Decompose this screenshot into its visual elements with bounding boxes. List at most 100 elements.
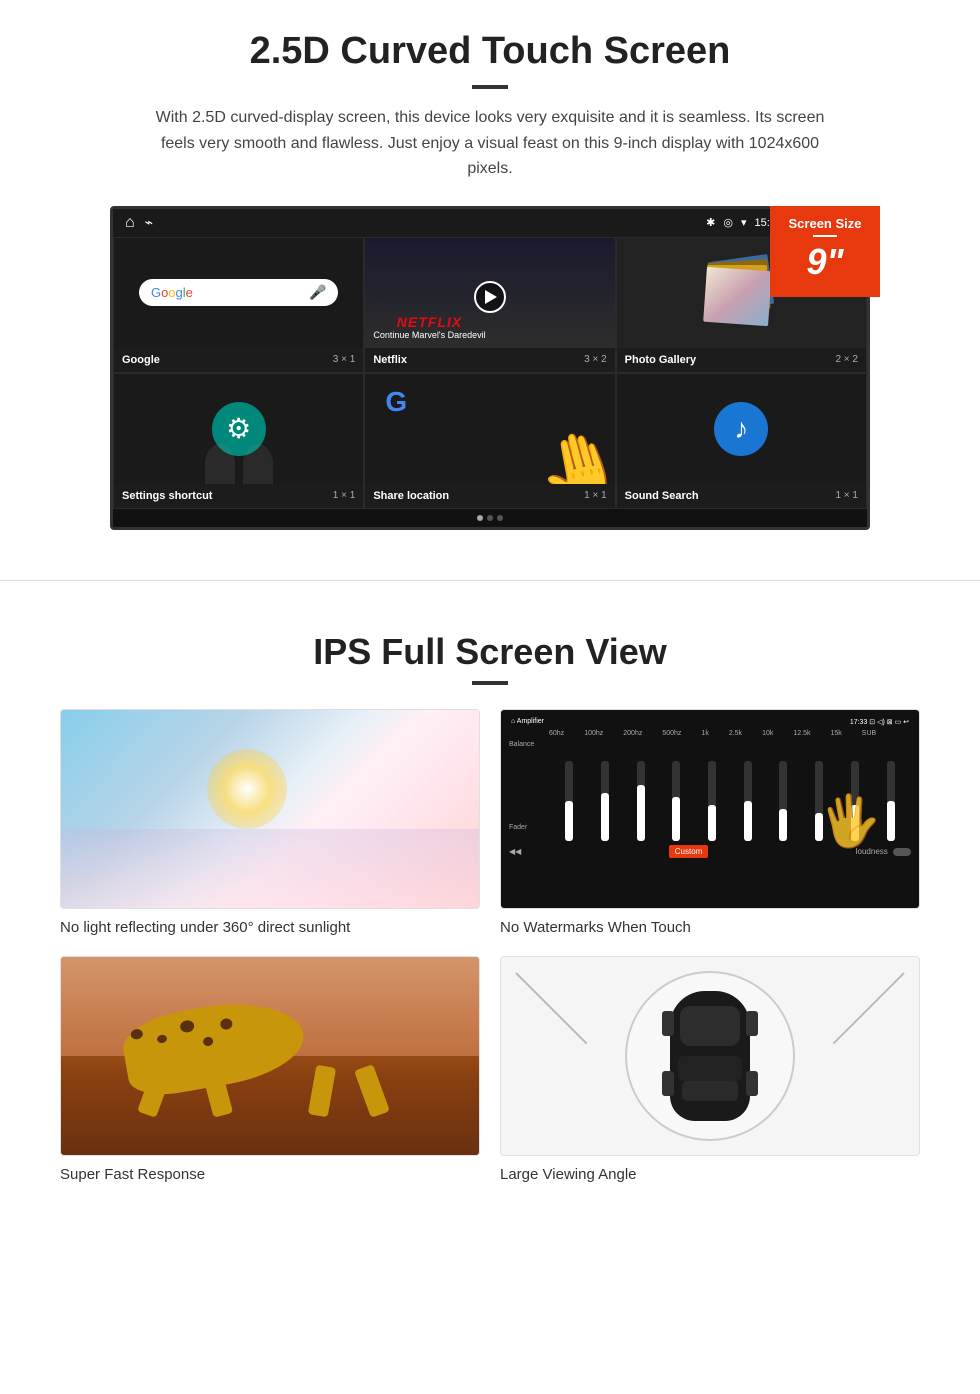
settings-app-size: 1 × 1 [333, 490, 356, 501]
car-top-view [670, 991, 750, 1121]
section1-description: With 2.5D curved-display screen, this de… [140, 105, 840, 182]
page-divider [0, 580, 980, 581]
maps-icon: G [385, 386, 407, 418]
cheetah-visual [61, 957, 479, 1155]
car-cabin [678, 1056, 742, 1081]
cheetah-spot-1 [130, 1029, 144, 1041]
touch-hand-icon: 🖐 [816, 789, 883, 853]
sunlight-label: No light reflecting under 360° direct su… [60, 919, 480, 936]
amp-labels-col: Balance Fader [509, 741, 549, 841]
amp-home-icon: ⌂ Amplifier [511, 718, 544, 726]
cheetah-image-container [60, 956, 480, 1156]
google-search-bar[interactable]: Google 🎤 [139, 279, 338, 306]
app-cell-share[interactable]: G 🤚 Share location 1 × 1 [364, 373, 615, 509]
car-image-container [500, 956, 920, 1156]
amp-slider-2[interactable] [601, 761, 609, 841]
feature-sunlight: No light reflecting under 360° direct su… [60, 709, 480, 936]
app-cell-netflix[interactable]: NETFLIX Continue Marvel's Daredevil Netf… [364, 237, 615, 373]
sky-visual [61, 710, 479, 908]
tablet-mockup-wrapper: Screen Size 9" ⌂ ⌁ ✱ ◎ ▾ 15:06 ⊡ [110, 206, 870, 530]
share-app-name: Share location [373, 490, 449, 502]
settings-silhouettes [114, 444, 363, 484]
google-app-size: 3 × 1 [333, 354, 356, 365]
car-visual [501, 957, 919, 1155]
amp-slider-7[interactable] [779, 761, 787, 841]
app-cell-sound[interactable]: ♪ Sound Search 1 × 1 [616, 373, 867, 509]
sun-glow [207, 749, 287, 829]
amp-slider-5[interactable] [708, 761, 716, 841]
amp-slider-4[interactable] [672, 761, 680, 841]
amp-slider-3[interactable] [637, 761, 645, 841]
music-note-icon: ♪ [734, 413, 748, 445]
google-mic-icon[interactable]: 🎤 [309, 284, 326, 301]
freq-10k: 10k [762, 730, 773, 737]
touch-dots [113, 509, 867, 527]
amp-slider-1[interactable] [565, 761, 573, 841]
play-button[interactable] [474, 281, 506, 313]
amp-custom-button[interactable]: Custom [669, 845, 709, 858]
section2-title: IPS Full Screen View [60, 631, 920, 673]
netflix-info: NETFLIX Continue Marvel's Daredevil [373, 314, 485, 340]
location-icon: ◎ [723, 216, 733, 229]
status-bar: ⌂ ⌁ ✱ ◎ ▾ 15:06 ⊡ ◁) ⊠ ▭ [113, 209, 867, 237]
tablet-screen: ⌂ ⌁ ✱ ◎ ▾ 15:06 ⊡ ◁) ⊠ ▭ [110, 206, 870, 530]
cheetah-leg-4 [354, 1064, 390, 1118]
amp-slider-6[interactable] [744, 761, 752, 841]
cheetah-leg-3 [308, 1064, 336, 1117]
cheetah-spot-2 [156, 1034, 167, 1044]
amp-fader-label: Fader [509, 824, 549, 831]
sound-icon-circle: ♪ [714, 402, 768, 456]
car-wheel-rl [662, 1071, 674, 1096]
gallery-label-row: Photo Gallery 2 × 2 [617, 348, 866, 372]
amp-screen: ⌂ Amplifier 17:33 ⊡ ◁) ⊠ ▭ ↩ 60hz 100hz … [501, 710, 919, 908]
amp-slider-10[interactable] [887, 761, 895, 841]
freq-100: 100hz [584, 730, 603, 737]
section-ips: IPS Full Screen View No light reflecting… [0, 611, 980, 1213]
freq-500: 500hz [662, 730, 681, 737]
loudness-toggle[interactable] [893, 848, 911, 856]
share-preview: G 🤚 [365, 374, 614, 484]
sound-preview: ♪ [617, 374, 866, 484]
section-curved-screen: 2.5D Curved Touch Screen With 2.5D curve… [0, 0, 980, 550]
app-cell-google[interactable]: Google 🎤 Google 3 × 1 [113, 237, 364, 373]
home-icon[interactable]: ⌂ [125, 214, 135, 232]
amp-balance-label: Balance [509, 741, 549, 748]
settings-gear-icon: ⚙ [226, 412, 251, 445]
status-left: ⌂ ⌁ [125, 214, 153, 232]
viewing-angle-label: Large Viewing Angle [500, 1166, 920, 1183]
feature-watermarks: ⌂ Amplifier 17:33 ⊡ ◁) ⊠ ▭ ↩ 60hz 100hz … [500, 709, 920, 936]
section2-divider [472, 681, 508, 685]
amp-time: 17:33 ⊡ ◁) ⊠ ▭ ↩ [850, 718, 909, 726]
cheetah-spot-4 [202, 1036, 213, 1047]
app-grid-top: Google 🎤 Google 3 × 1 [113, 237, 867, 373]
dot-3 [497, 515, 503, 521]
freq-15k: 15k [830, 730, 841, 737]
car-windshield [680, 1006, 740, 1046]
amp-freq-labels: 60hz 100hz 200hz 500hz 1k 2.5k 10k 12.5k… [509, 730, 911, 737]
app-cell-settings[interactable]: ⚙ Settings shortcut 1 × 1 [113, 373, 364, 509]
dot-2 [487, 515, 493, 521]
app-grid-bottom: ⚙ Settings shortcut 1 × 1 [113, 373, 867, 509]
cheetah-spot-3 [179, 1020, 195, 1034]
angle-line-2 [833, 972, 905, 1044]
feature-fast: Super Fast Response [60, 956, 480, 1183]
freq-12k: 12.5k [793, 730, 810, 737]
hand-pointing-icon: 🤚 [530, 424, 615, 484]
car-trunk-top [682, 1081, 738, 1101]
netflix-logo: NETFLIX [373, 314, 485, 330]
usb-icon: ⌁ [145, 214, 153, 231]
google-preview: Google 🎤 [114, 238, 363, 348]
badge-divider [813, 235, 837, 237]
netflix-preview: NETFLIX Continue Marvel's Daredevil [365, 238, 614, 348]
netflix-app-size: 3 × 2 [584, 354, 607, 365]
badge-size: 9" [778, 241, 872, 283]
play-triangle-icon [485, 290, 497, 304]
car-wheel-fr [746, 1011, 758, 1036]
freq-1k: 1k [701, 730, 708, 737]
settings-preview: ⚙ [114, 374, 363, 484]
google-logo: Google [151, 285, 193, 300]
photo-card-4 [703, 267, 772, 326]
freq-200: 200hz [623, 730, 642, 737]
screen-size-badge: Screen Size 9" [770, 206, 880, 297]
badge-label: Screen Size [778, 216, 872, 231]
